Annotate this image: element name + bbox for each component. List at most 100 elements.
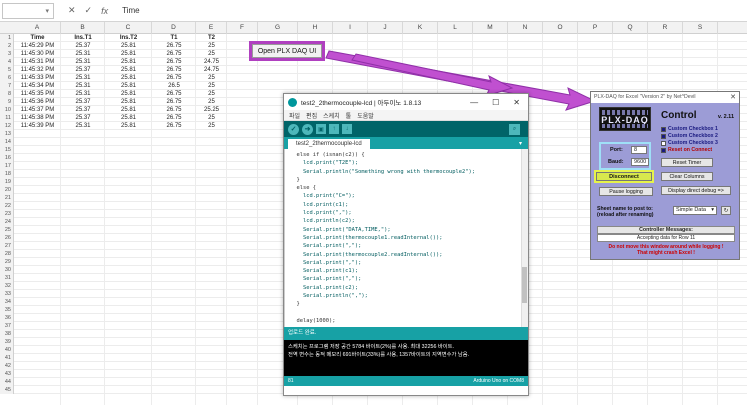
data-cell[interactable]: 25 xyxy=(196,98,227,106)
editor-scroll-thumb[interactable] xyxy=(522,267,527,303)
row-header[interactable]: 3 xyxy=(0,50,14,58)
checkbox-checked-icon[interactable] xyxy=(661,147,666,153)
row-header[interactable]: 10 xyxy=(0,106,14,114)
checkbox-unchecked-icon[interactable] xyxy=(661,140,666,146)
column-header[interactable]: H xyxy=(298,22,333,34)
data-cell[interactable]: 25 xyxy=(196,42,227,50)
row-header[interactable]: 23 xyxy=(0,210,14,218)
data-cell[interactable]: 11:45:34 PM xyxy=(14,82,61,90)
pause-logging-button[interactable]: Pause logging xyxy=(599,187,653,196)
row-header[interactable]: 38 xyxy=(0,330,14,338)
menu-sketch[interactable]: 스케치 xyxy=(323,111,340,120)
sheet-select[interactable]: Simple Data ▾ xyxy=(673,206,717,215)
row-header[interactable]: 35 xyxy=(0,306,14,314)
data-cell[interactable]: 26.75 xyxy=(152,58,196,66)
open-sketch-icon[interactable]: ↑ xyxy=(329,124,339,134)
data-cell[interactable]: 25.37 xyxy=(61,66,105,74)
data-cell[interactable]: 25.81 xyxy=(105,50,152,58)
data-cell[interactable]: 25 xyxy=(196,122,227,130)
data-cell[interactable]: 25.31 xyxy=(61,74,105,82)
column-header[interactable]: J xyxy=(368,22,403,34)
row-header[interactable]: 22 xyxy=(0,202,14,210)
data-cell[interactable]: 25.81 xyxy=(105,42,152,50)
data-cell[interactable]: 26.75 xyxy=(152,66,196,74)
data-cell[interactable]: 26.75 xyxy=(152,114,196,122)
row-header[interactable]: 5 xyxy=(0,66,14,74)
data-cell[interactable]: 25.31 xyxy=(61,50,105,58)
header-cell[interactable]: Time xyxy=(14,34,61,42)
data-cell[interactable]: 25 xyxy=(196,82,227,90)
row-header[interactable]: 43 xyxy=(0,370,14,378)
data-cell[interactable]: 25 xyxy=(196,50,227,58)
header-cell[interactable]: Ins.T1 xyxy=(61,34,105,42)
data-cell[interactable]: 26.75 xyxy=(152,106,196,114)
row-header[interactable]: 41 xyxy=(0,354,14,362)
column-header[interactable]: P xyxy=(578,22,613,34)
row-header[interactable]: 7 xyxy=(0,82,14,90)
checkbox-checked-icon[interactable] xyxy=(661,126,666,132)
data-cell[interactable]: 25.25 xyxy=(196,106,227,114)
data-cell[interactable]: 26.75 xyxy=(152,98,196,106)
data-cell[interactable]: 26.75 xyxy=(152,50,196,58)
row-header[interactable]: 33 xyxy=(0,290,14,298)
clear-columns-button[interactable]: Clear Columns xyxy=(661,172,713,181)
data-cell[interactable]: 25.31 xyxy=(61,122,105,130)
row-header[interactable]: 13 xyxy=(0,130,14,138)
row-header[interactable]: 19 xyxy=(0,178,14,186)
menu-edit[interactable]: 편집 xyxy=(306,111,317,120)
verify-icon[interactable]: ✓ xyxy=(288,123,299,135)
data-cell[interactable]: 25 xyxy=(196,74,227,82)
data-cell[interactable]: 26.75 xyxy=(152,42,196,50)
row-header[interactable]: 32 xyxy=(0,282,14,290)
cancel-entry-icon[interactable]: ✕ xyxy=(68,5,76,16)
custom-checkbox-2[interactable]: Custom Checkbox 2 xyxy=(661,133,718,139)
column-header[interactable]: R xyxy=(648,22,683,34)
column-header[interactable]: I xyxy=(333,22,368,34)
custom-checkbox-3[interactable]: Custom Checkbox 3 xyxy=(661,140,718,146)
column-header[interactable]: D xyxy=(152,22,196,34)
chevron-down-icon[interactable]: ▾ xyxy=(711,207,716,214)
close-icon[interactable]: ✕ xyxy=(513,98,520,107)
column-header[interactable]: M xyxy=(473,22,508,34)
plx-titlebar[interactable]: PLX-DAQ for Excel "Version 2" by Net^Dev… xyxy=(591,92,739,103)
reset-on-connect-checkbox[interactable]: Reset on Connect xyxy=(661,147,712,153)
data-cell[interactable]: 11:45:33 PM xyxy=(14,74,61,82)
column-header[interactable]: E xyxy=(196,22,227,34)
row-header[interactable]: 18 xyxy=(0,170,14,178)
column-header[interactable]: L xyxy=(438,22,473,34)
row-header[interactable]: 44 xyxy=(0,378,14,386)
custom-checkbox-1[interactable]: Custom Checkbox 1 xyxy=(661,126,718,132)
data-cell[interactable]: 11:45:30 PM xyxy=(14,50,61,58)
row-header[interactable]: 8 xyxy=(0,90,14,98)
data-cell[interactable]: 25.31 xyxy=(61,90,105,98)
row-header[interactable]: 28 xyxy=(0,250,14,258)
data-cell[interactable]: 25.81 xyxy=(105,122,152,130)
data-cell[interactable]: 24.75 xyxy=(196,66,227,74)
name-box[interactable]: ▾ xyxy=(2,2,54,19)
data-cell[interactable]: 25.37 xyxy=(61,42,105,50)
data-cell[interactable]: 25.81 xyxy=(105,114,152,122)
row-header[interactable]: 9 xyxy=(0,98,14,106)
menu-file[interactable]: 파일 xyxy=(289,111,300,120)
row-header[interactable]: 26 xyxy=(0,234,14,242)
data-cell[interactable]: 11:45:35 PM xyxy=(14,90,61,98)
row-header[interactable]: 31 xyxy=(0,274,14,282)
data-cell[interactable]: 25.37 xyxy=(61,114,105,122)
row-header[interactable]: 24 xyxy=(0,218,14,226)
data-cell[interactable]: 25.31 xyxy=(61,82,105,90)
column-header[interactable]: A xyxy=(14,22,61,34)
row-header[interactable]: 6 xyxy=(0,74,14,82)
reload-sheets-button[interactable]: ↻ xyxy=(721,206,731,215)
column-header[interactable]: B xyxy=(61,22,105,34)
column-header[interactable]: N xyxy=(508,22,543,34)
minimize-icon[interactable]: — xyxy=(470,98,478,107)
data-cell[interactable]: 25 xyxy=(196,90,227,98)
data-cell[interactable]: 25.37 xyxy=(61,98,105,106)
row-header[interactable]: 36 xyxy=(0,314,14,322)
data-cell[interactable]: 11:45:32 PM xyxy=(14,66,61,74)
row-header[interactable]: 27 xyxy=(0,242,14,250)
data-cell[interactable]: 25.81 xyxy=(105,82,152,90)
disconnect-button[interactable]: Disconnect xyxy=(596,172,652,181)
code-editor[interactable]: else if (isnan(c2)) { lcd.print("T2E"); … xyxy=(284,149,528,327)
row-header[interactable]: 30 xyxy=(0,266,14,274)
